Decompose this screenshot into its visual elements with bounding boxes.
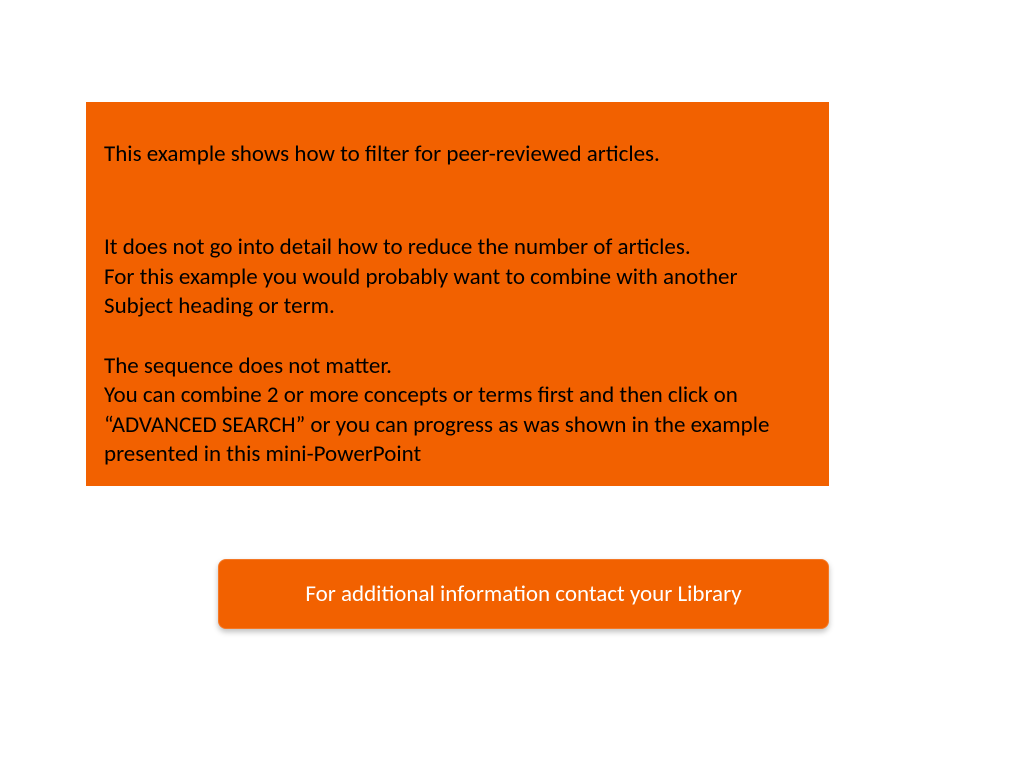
paragraph-3-line-1: The sequence does not matter.: [104, 352, 811, 381]
paragraph-2-line-1: It does not go into detail how to reduce…: [104, 233, 811, 262]
paragraph-1: This example shows how to filter for pee…: [104, 140, 811, 169]
paragraph-3: The sequence does not matter. You can co…: [104, 352, 811, 470]
paragraph-2-line-2: For this example you would probably want…: [104, 263, 811, 322]
instruction-panel: This example shows how to filter for pee…: [86, 102, 829, 486]
paragraph-3-line-2: You can combine 2 or more concepts or te…: [104, 381, 811, 469]
contact-library-label: For additional information contact your …: [305, 580, 741, 608]
paragraph-2: It does not go into detail how to reduce…: [104, 233, 811, 321]
contact-library-callout: For additional information contact your …: [218, 559, 829, 629]
